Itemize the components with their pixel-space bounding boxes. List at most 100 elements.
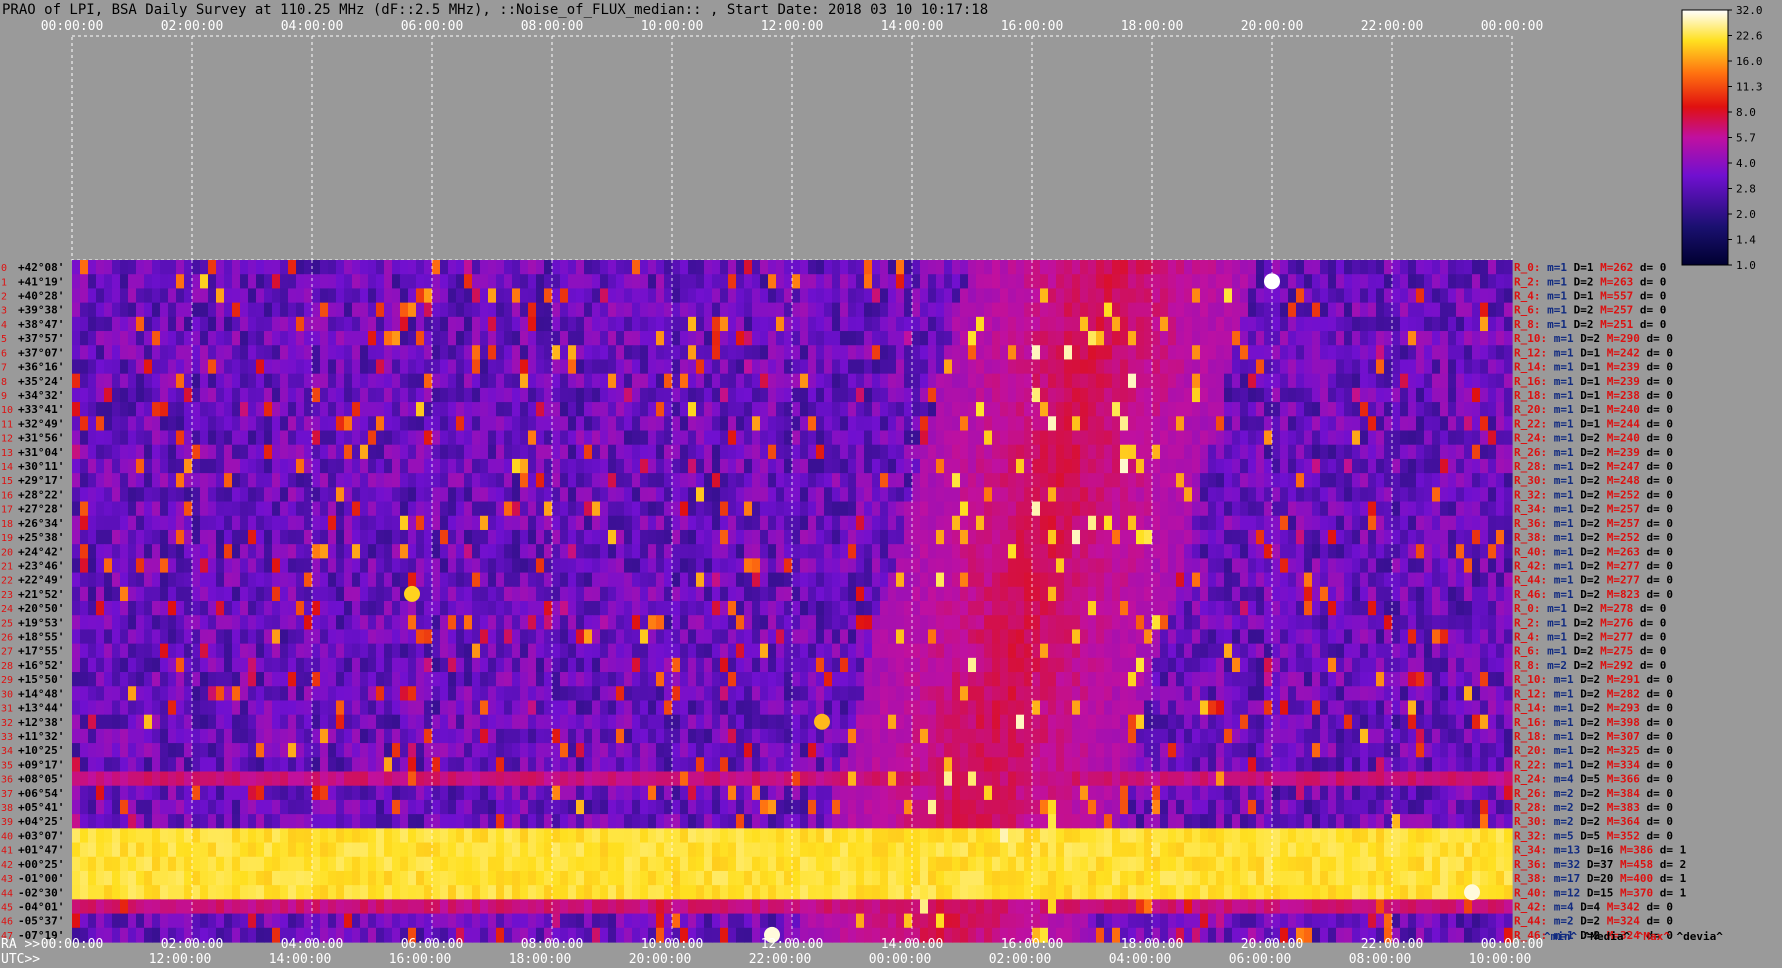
- heatmap-cell: [80, 430, 89, 446]
- heatmap-cell: [1232, 430, 1241, 446]
- heatmap-cell: [200, 444, 209, 460]
- heatmap-cell: [744, 586, 753, 602]
- heatmap-cell: [968, 487, 977, 503]
- heatmap-cell: [1440, 458, 1449, 474]
- heatmap-cell: [1424, 529, 1433, 545]
- top-tick-label: 14:00:00: [881, 19, 944, 34]
- heatmap-cell: [560, 529, 569, 545]
- heatmap-cell: [1368, 572, 1377, 588]
- heatmap-cell: [312, 544, 321, 559]
- heatmap-cell: [648, 473, 657, 488]
- heatmap-cell: [296, 345, 305, 361]
- heatmap-cell: [144, 501, 153, 517]
- heatmap-cell: [440, 458, 449, 474]
- heatmap-cell: [200, 572, 209, 588]
- heatmap-cell: [1480, 359, 1489, 375]
- heatmap-cell: [1504, 501, 1513, 517]
- heatmap-cell: [288, 288, 297, 304]
- heatmap-cell: [392, 373, 401, 389]
- heatmap-cell: [736, 473, 745, 488]
- heatmap-cell: [520, 345, 529, 361]
- heatmap-cell: [848, 387, 857, 403]
- heatmap-cell: [1112, 615, 1121, 631]
- heatmap-cell: [1024, 359, 1033, 375]
- heatmap-cell: [248, 274, 257, 290]
- heatmap-cell: [1376, 345, 1385, 361]
- heatmap-cell: [664, 288, 673, 304]
- heatmap-cell: [168, 402, 177, 417]
- heatmap-cell: [504, 586, 513, 602]
- heatmap-cell: [272, 402, 281, 417]
- heatmap-cell: [304, 615, 313, 631]
- heatmap-cell: [976, 558, 985, 574]
- heatmap-cell: [1296, 260, 1305, 275]
- heatmap-cell: [304, 302, 313, 318]
- heatmap-cell: [168, 601, 177, 616]
- heatmap-cell: [608, 629, 617, 645]
- heatmap-cell: [1416, 373, 1425, 389]
- heatmap-cell: [1304, 345, 1313, 361]
- heatmap-cell: [1064, 487, 1073, 503]
- heatmap-cell: [1008, 473, 1017, 488]
- heatmap-cell: [464, 544, 473, 559]
- heatmap-cell: [496, 260, 505, 275]
- heatmap-cell: [424, 430, 433, 446]
- heatmap-cell: [512, 331, 521, 346]
- heatmap-cell: [1336, 515, 1345, 531]
- heatmap-cell: [920, 487, 929, 503]
- heatmap-cell: [1072, 586, 1081, 602]
- heatmap-cell: [848, 288, 857, 304]
- heatmap-cell: [184, 373, 193, 389]
- heatmap-cell: [216, 402, 225, 417]
- heatmap-cell: [880, 359, 889, 375]
- heatmap-cell: [1472, 274, 1481, 290]
- heatmap-cell: [480, 387, 489, 403]
- heatmap-cell: [952, 615, 961, 631]
- heatmap-cell: [1144, 601, 1153, 616]
- heatmap-cell: [920, 373, 929, 389]
- heatmap-cell: [672, 643, 681, 659]
- heatmap-cell: [136, 402, 145, 417]
- heatmap-cell: [768, 416, 777, 432]
- heatmap-cell: [968, 260, 977, 275]
- heatmap-cell: [456, 572, 465, 588]
- heatmap-cell: [1288, 615, 1297, 631]
- heatmap-cell: [1400, 615, 1409, 631]
- heatmap-cell: [152, 316, 161, 332]
- heatmap-cell: [456, 416, 465, 432]
- heatmap-cell: [1224, 260, 1233, 275]
- heatmap-cell: [344, 458, 353, 474]
- heatmap-cell: [944, 288, 953, 304]
- heatmap-cell: [1056, 473, 1065, 488]
- heatmap-cell: [696, 572, 705, 588]
- heatmap-cell: [1392, 373, 1401, 389]
- heatmap-cell: [1080, 331, 1089, 346]
- heatmap-cell: [1440, 416, 1449, 432]
- heatmap-cell: [536, 515, 545, 531]
- heatmap-cell: [1152, 430, 1161, 446]
- heatmap-cell: [1328, 444, 1337, 460]
- heatmap-cell: [1416, 586, 1425, 602]
- heatmap-cell: [1504, 615, 1513, 631]
- heatmap-cell: [168, 586, 177, 602]
- heatmap-cell: [904, 601, 913, 616]
- heatmap-cell: [544, 473, 553, 488]
- heatmap-cell: [936, 274, 945, 290]
- heatmap-cell: [288, 260, 297, 275]
- heatmap-cell: [600, 331, 609, 346]
- heatmap-cell: [1216, 359, 1225, 375]
- heatmap-cell: [1040, 572, 1049, 588]
- heatmap-cell: [784, 387, 793, 403]
- heatmap-cell: [1136, 572, 1145, 588]
- heatmap-cell: [696, 487, 705, 503]
- heatmap-cell: [1008, 316, 1017, 332]
- heatmap-cell: [1096, 444, 1105, 460]
- heatmap-cell: [600, 373, 609, 389]
- heatmap-cell: [280, 359, 289, 375]
- heatmap-cell: [848, 572, 857, 588]
- heatmap-cell: [1248, 274, 1257, 290]
- heatmap-cell: [1160, 373, 1169, 389]
- heatmap-cell: [920, 501, 929, 517]
- heatmap-cell: [760, 487, 769, 503]
- heatmap-cell: [456, 586, 465, 602]
